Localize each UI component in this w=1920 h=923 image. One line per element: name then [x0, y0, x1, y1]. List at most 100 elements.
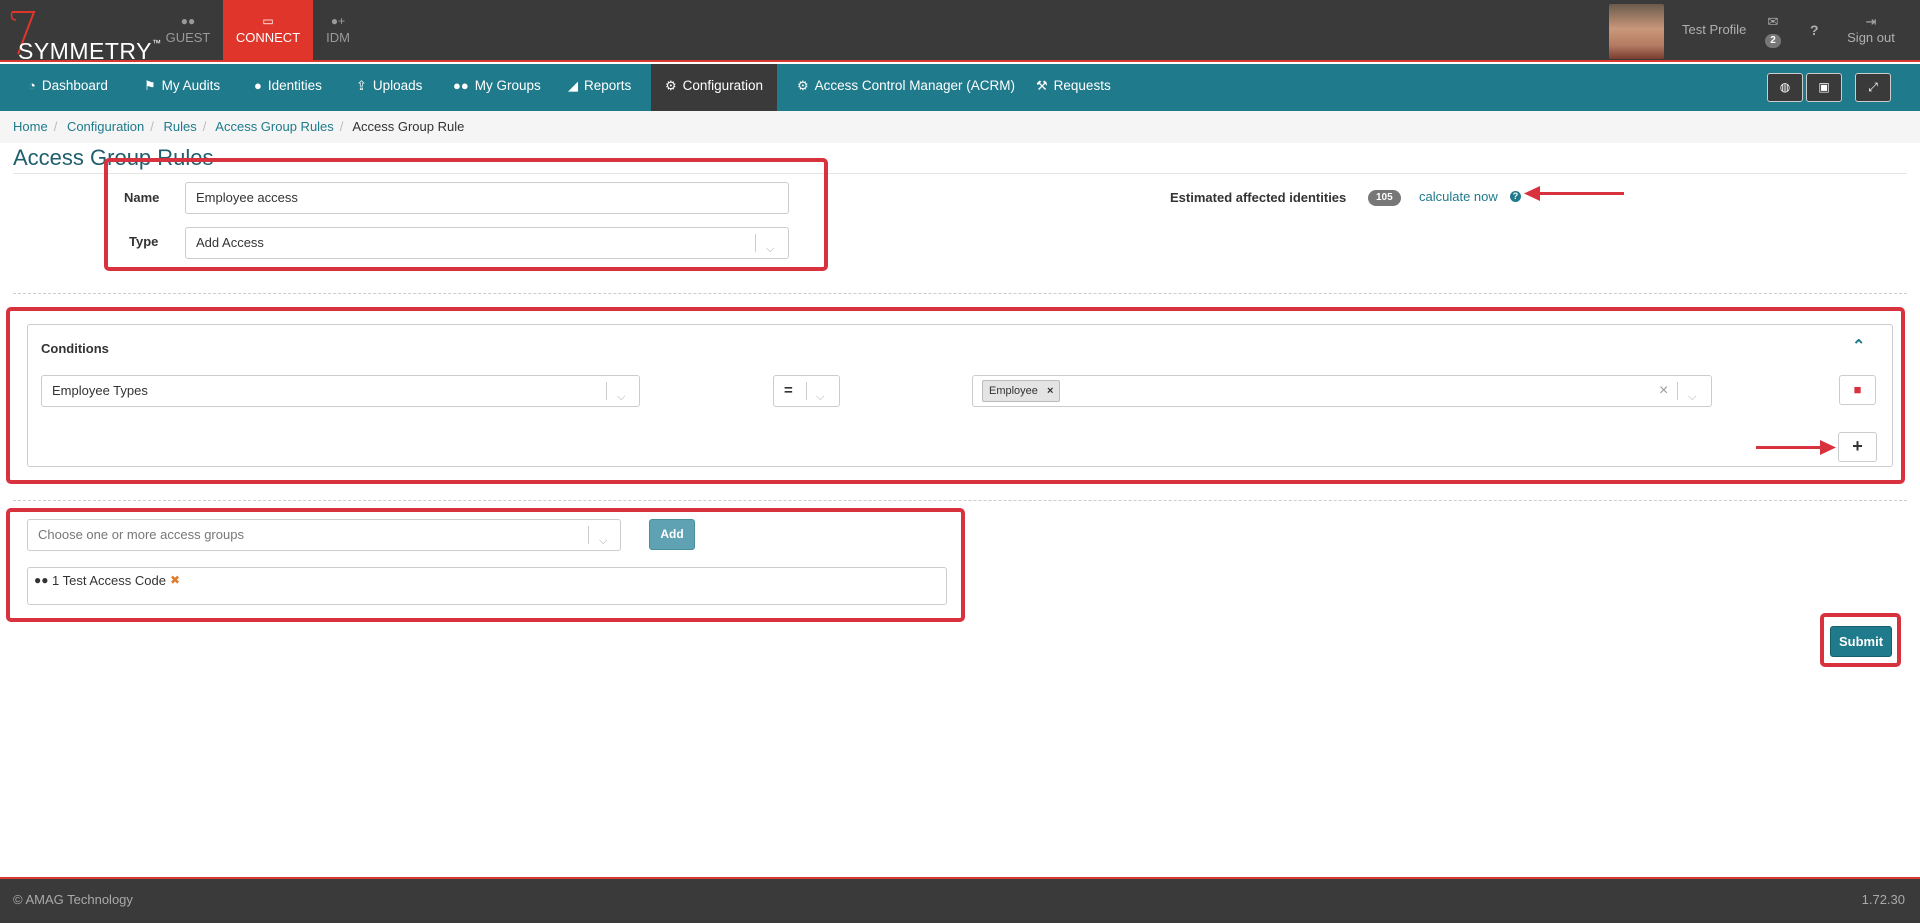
nav-acrm[interactable]: ⚙ Access Control Manager (ACRM): [797, 64, 1015, 111]
envelope-icon: ✉: [1767, 14, 1779, 29]
lock-button[interactable]: ▣: [1806, 73, 1842, 102]
nav-requests[interactable]: ⚒ Requests: [1036, 64, 1111, 111]
globe-icon: ◍: [1779, 80, 1791, 94]
chevron-down-icon: ⌵: [599, 535, 608, 547]
main-nav: ◔ Dashboard ⚑ My Audits ● Identities ⇪ Uploa…: [0, 64, 1920, 111]
name-input[interactable]: Employee access: [185, 182, 789, 214]
app-tab-label: CONNECT: [235, 30, 301, 45]
tag-label: Employee: [989, 385, 1038, 397]
section-divider: [13, 293, 1907, 294]
trash-icon: ■: [1853, 382, 1862, 397]
nav-uploads[interactable]: ⇪ Uploads: [356, 64, 422, 111]
users-icon: ●●: [180, 14, 196, 28]
chevron-down-icon: ⌵: [1688, 391, 1697, 403]
delete-condition-button[interactable]: ■: [1839, 375, 1876, 405]
globe-button[interactable]: ◍: [1767, 73, 1803, 102]
nav-identities[interactable]: ● Identities: [254, 64, 322, 111]
breadcrumb-configuration[interactable]: Configuration: [67, 119, 144, 134]
condition-field-select[interactable]: Employee Types ⌵: [41, 375, 640, 407]
nav-dashboard[interactable]: ◔ Dashboard: [28, 64, 108, 111]
app-tab-idm[interactable]: ●+ IDM: [318, 0, 358, 62]
lock-icon: ▣: [1818, 80, 1830, 94]
nav-label: Reports: [584, 78, 632, 93]
sign-out-icon: ⇥: [1865, 14, 1877, 29]
breadcrumb-access-group-rules[interactable]: Access Group Rules: [215, 119, 334, 134]
access-groups-select[interactable]: Choose one or more access groups ⌵: [27, 519, 621, 551]
gear-icon: ⚙: [665, 78, 677, 93]
messages-count-badge: 2: [1765, 34, 1781, 48]
app-tab-guest[interactable]: ●● GUEST: [160, 0, 216, 62]
calculate-now-link[interactable]: calculate now: [1419, 189, 1498, 204]
condition-operator-select[interactable]: = ⌵: [773, 375, 840, 407]
fullscreen-button[interactable]: ⤢: [1855, 73, 1891, 102]
sign-out-button[interactable]: ⇥ Sign out: [1846, 14, 1896, 45]
chevron-down-icon: ⌵: [816, 391, 825, 403]
tag-remove-icon[interactable]: ×: [1047, 385, 1053, 397]
footer-copyright: © AMAG Technology: [13, 892, 133, 907]
help-icon[interactable]: ?: [1510, 191, 1521, 202]
condition-value-select[interactable]: Employee × × ⌵: [972, 375, 1712, 407]
select-separator: [606, 382, 607, 400]
estimated-identities-count: 105: [1368, 190, 1401, 206]
breadcrumb-separator: /: [202, 119, 207, 134]
nav-configuration[interactable]: ⚙ Configuration: [651, 64, 777, 111]
collapse-chevron-up-icon[interactable]: ⌃: [1852, 336, 1865, 356]
footer-version: 1.72.30: [1861, 892, 1905, 907]
flag-icon: ⚑: [144, 78, 156, 93]
help-button[interactable]: ?: [1810, 22, 1819, 38]
nav-reports[interactable]: ◢ Reports: [568, 64, 631, 111]
selected-access-groups: ●● 1 Test Access Code ✖: [27, 567, 947, 605]
select-separator: [1677, 382, 1678, 400]
add-condition-button[interactable]: +: [1838, 432, 1877, 462]
user-icon: ●: [254, 78, 262, 93]
estimated-identities-label: Estimated affected identities: [1170, 190, 1347, 205]
avatar[interactable]: [1609, 4, 1664, 59]
name-label: Name: [124, 190, 160, 205]
footer: © AMAG Technology 1.72.30: [0, 877, 1920, 923]
submit-button[interactable]: Submit: [1830, 626, 1892, 657]
symmetry-logo[interactable]: SYMMETRY™: [8, 8, 161, 64]
breadcrumb-rules[interactable]: Rules: [164, 119, 197, 134]
card-icon: ▭: [262, 14, 274, 28]
nav-label: Uploads: [372, 78, 423, 93]
breadcrumb-separator: /: [53, 119, 58, 134]
group-icon: ●●: [453, 78, 469, 93]
nav-my-groups[interactable]: ●● My Groups: [453, 64, 541, 111]
select-separator: [588, 526, 589, 544]
annotation-arrow: [1534, 192, 1624, 195]
messages-button[interactable]: ✉ 2: [1762, 14, 1784, 48]
chevron-down-icon: ⌵: [617, 391, 626, 403]
nav-label: My Groups: [474, 78, 541, 93]
breadcrumb-separator: /: [339, 119, 344, 134]
user-plus-icon: ●+: [330, 14, 346, 28]
add-access-group-button[interactable]: Add: [649, 519, 695, 550]
breadcrumb-home[interactable]: Home: [13, 119, 48, 134]
condition-value-tag: Employee ×: [982, 380, 1061, 402]
type-label: Type: [129, 234, 159, 249]
app-tab-label: IDM: [326, 30, 350, 45]
chevron-down-icon: ⌵: [766, 243, 775, 255]
app-tab-connect[interactable]: ▭ CONNECT: [223, 0, 313, 62]
remove-group-icon[interactable]: ✖: [170, 573, 180, 587]
nav-label: Access Control Manager (ACRM): [814, 78, 1015, 93]
nav-label: Identities: [267, 78, 322, 93]
select-separator: [755, 234, 756, 252]
annotation-arrowhead-icon: [1820, 440, 1836, 455]
nav-label: Configuration: [682, 78, 763, 93]
nav-label: Requests: [1053, 78, 1111, 93]
select-separator: [806, 382, 807, 400]
app-tab-label: GUEST: [165, 30, 211, 45]
nav-label: My Audits: [161, 78, 221, 93]
profile-name[interactable]: Test Profile: [1682, 22, 1746, 37]
section-divider: [13, 500, 1907, 501]
name-input-value: Employee access: [196, 190, 298, 205]
upload-icon: ⇪: [356, 78, 367, 93]
logo-text: SYMMETRY™: [18, 38, 162, 64]
clear-icon[interactable]: ×: [1659, 376, 1668, 406]
nav-my-audits[interactable]: ⚑ My Audits: [144, 64, 220, 111]
group-icon: ●●: [34, 573, 49, 587]
type-select[interactable]: Add Access ⌵: [185, 227, 789, 259]
annotation-arrowhead-icon: [1524, 186, 1540, 201]
annotation-arrow: [1756, 446, 1826, 449]
sign-out-label: Sign out: [1847, 30, 1895, 45]
